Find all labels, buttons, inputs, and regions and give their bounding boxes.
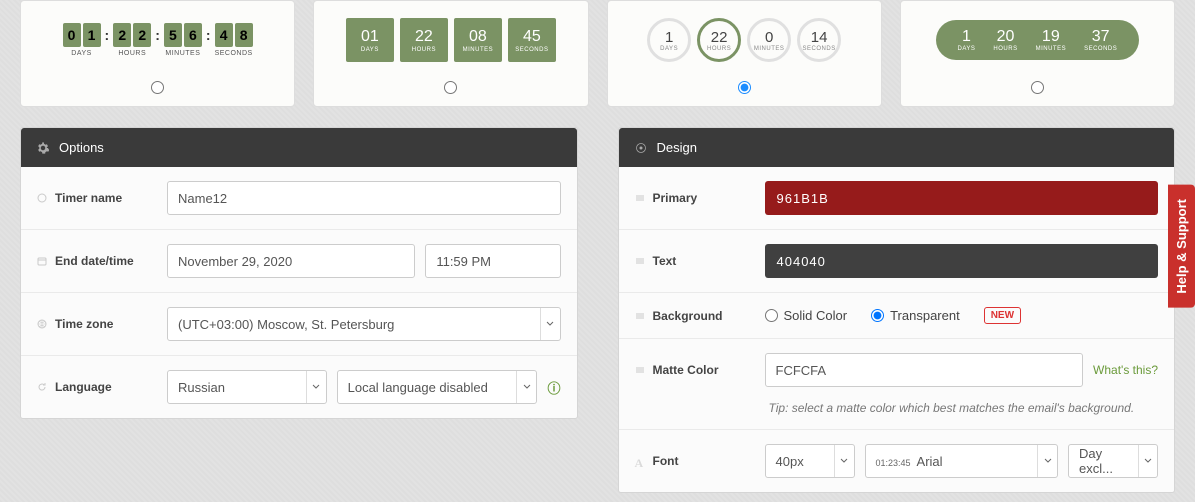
help-support-tab[interactable]: Help & Support <box>1168 185 1195 308</box>
lines-icon <box>635 193 645 203</box>
whats-this-link[interactable]: What's this? <box>1093 363 1158 377</box>
font-size-select[interactable]: 40px <box>765 444 855 478</box>
chevron-down-icon <box>306 371 326 403</box>
style-radio-4[interactable] <box>1031 81 1044 94</box>
options-title: Options <box>59 140 104 155</box>
options-header: Options <box>21 128 577 167</box>
lines-icon <box>635 256 645 266</box>
matte-tip: Tip: select a matte color which best mat… <box>619 393 1175 430</box>
design-header: Design <box>619 128 1175 167</box>
refresh-icon <box>37 382 47 392</box>
globe-icon <box>37 319 47 329</box>
background-label: Background <box>653 309 723 323</box>
local-language-select[interactable]: Local language disabled <box>337 370 538 404</box>
style-radio-3[interactable] <box>738 81 751 94</box>
style-radio-2[interactable] <box>444 81 457 94</box>
design-panel: Design Primary 961B1B Text 404040 Backgr… <box>618 127 1176 493</box>
day-excl-select[interactable]: Day excl... <box>1068 444 1158 478</box>
timer-style-card-3[interactable]: 1DAYS 22HOURS 0MINUTES 14SECONDS <box>607 0 882 107</box>
font-label: Font <box>653 454 679 468</box>
font-icon: A <box>635 456 645 466</box>
options-panel: Options Timer name End date/time Time zo… <box>20 127 578 419</box>
bg-transparent-radio[interactable]: Transparent <box>871 308 960 323</box>
bg-solid-radio[interactable]: Solid Color <box>765 308 848 323</box>
timer-style-card-4[interactable]: 1DAYS 20HOURS 19MINUTES 37SECONDS <box>900 0 1175 107</box>
text-color-label: Text <box>653 254 677 268</box>
info-icon[interactable]: ⓘ <box>547 378 560 397</box>
chevron-down-icon <box>1037 445 1057 477</box>
primary-label: Primary <box>653 191 698 205</box>
end-date-label: End date/time <box>55 254 134 268</box>
target-icon <box>635 142 647 154</box>
timer-name-label: Timer name <box>55 191 122 205</box>
end-date-input[interactable] <box>167 244 415 278</box>
primary-color-input[interactable]: 961B1B <box>765 181 1159 215</box>
chevron-down-icon <box>540 308 560 340</box>
timezone-select[interactable]: (UTC+03:00) Moscow, St. Petersburg <box>167 307 561 341</box>
lines-icon <box>635 311 645 321</box>
timer-name-input[interactable] <box>167 181 561 215</box>
matte-label: Matte Color <box>653 363 719 377</box>
style-radio-1[interactable] <box>151 81 164 94</box>
design-title: Design <box>657 140 697 155</box>
chevron-down-icon <box>516 371 536 403</box>
lines-icon <box>635 365 645 375</box>
language-select[interactable]: Russian <box>167 370 327 404</box>
timezone-label: Time zone <box>55 317 113 331</box>
new-badge: NEW <box>984 307 1021 324</box>
gear-icon <box>37 142 49 154</box>
chevron-down-icon <box>834 445 854 477</box>
language-label: Language <box>55 380 112 394</box>
font-family-select[interactable]: 01:23:45Arial <box>865 444 1059 478</box>
text-color-input[interactable]: 404040 <box>765 244 1159 278</box>
matte-color-input[interactable] <box>765 353 1084 387</box>
circle-icon <box>37 193 47 203</box>
timer-style-card-2[interactable]: 01DAYS 22HOURS 08MINUTES 45SECONDS <box>313 0 588 107</box>
chevron-down-icon <box>1138 445 1157 477</box>
timer-style-gallery: 01 DAYS : 22 HOURS : 56 MINUTES : 48 SEC… <box>20 0 1175 107</box>
calendar-icon <box>37 256 47 266</box>
timer-style-card-1[interactable]: 01 DAYS : 22 HOURS : 56 MINUTES : 48 SEC… <box>20 0 295 107</box>
end-time-input[interactable] <box>425 244 560 278</box>
